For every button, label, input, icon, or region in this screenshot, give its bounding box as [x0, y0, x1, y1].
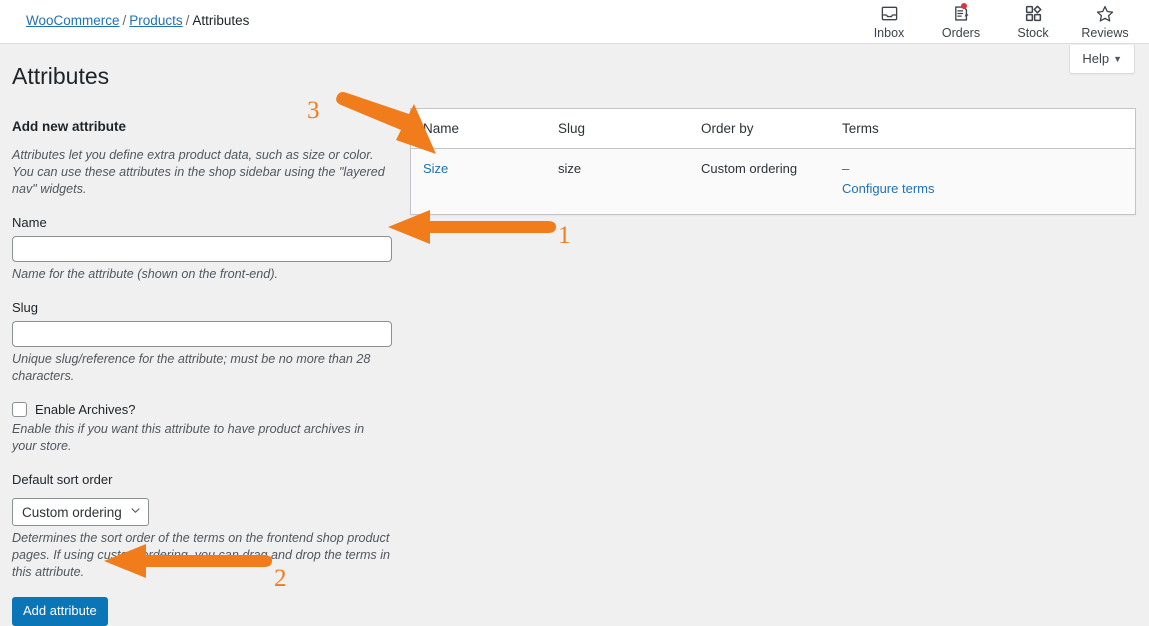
breadcrumb-separator-1: /	[122, 13, 127, 28]
page-title: Attributes	[12, 63, 110, 89]
default-sort-order-wrapper: Custom ordering	[12, 498, 149, 526]
topnav-item-inbox[interactable]: Inbox	[853, 0, 925, 40]
breadcrumb-item-products[interactable]: Products	[129, 13, 182, 28]
stock-icon	[1024, 3, 1043, 24]
form-description: Attributes let you define extra product …	[12, 148, 385, 196]
enable-archives-label: Enable Archives?	[35, 402, 136, 417]
topnav-label-reviews: Reviews	[1081, 26, 1129, 40]
annotation-arrow-1	[388, 210, 556, 244]
breadcrumb: WooCommerce / Products / Attributes	[26, 13, 249, 28]
breadcrumb-item-attributes: Attributes	[192, 13, 250, 28]
column-header-terms: Terms	[842, 109, 1135, 149]
orders-icon	[952, 3, 971, 24]
add-new-attribute-form: Add new attribute Attributes let you def…	[12, 118, 392, 626]
form-heading: Add new attribute	[12, 119, 126, 134]
column-header-orderby: Order by	[701, 109, 842, 149]
topnav-item-reviews[interactable]: Reviews	[1069, 0, 1141, 40]
attributes-table: Name Slug Order by Terms Size size Custo…	[411, 109, 1135, 214]
enable-archives-checkbox[interactable]	[12, 402, 27, 417]
column-header-slug: Slug	[558, 109, 701, 149]
enable-archives-row[interactable]: Enable Archives?	[12, 402, 392, 417]
cell-terms: – Configure terms	[842, 148, 1135, 214]
name-input[interactable]	[12, 236, 392, 262]
default-sort-order-help: Determines the sort order of the terms o…	[12, 531, 391, 579]
default-sort-order-label: Default sort order	[12, 472, 113, 487]
chevron-down-icon: ▼	[1113, 54, 1122, 64]
cell-name: Size	[411, 148, 558, 214]
top-navigation: Inbox Orders Stock Reviews	[853, 0, 1141, 44]
cell-orderby: Custom ordering	[701, 148, 842, 214]
annotation-number-1: 1	[558, 222, 571, 249]
cell-slug: size	[558, 148, 701, 214]
breadcrumb-item-woocommerce[interactable]: WooCommerce	[26, 13, 120, 28]
help-button-label: Help	[1082, 51, 1110, 66]
topnav-label-inbox: Inbox	[873, 26, 905, 40]
top-bar: WooCommerce / Products / Attributes Inbox	[0, 0, 1149, 44]
inbox-icon	[880, 3, 899, 24]
help-button[interactable]: Help ▼	[1069, 45, 1135, 74]
enable-archives-help: Enable this if you want this attribute t…	[12, 422, 365, 453]
slug-field-help: Unique slug/reference for the attribute;…	[12, 352, 371, 383]
table-row: Size size Custom ordering – Configure te…	[411, 148, 1135, 214]
configure-terms-link[interactable]: Configure terms	[842, 181, 1135, 196]
topnav-item-orders[interactable]: Orders	[925, 0, 997, 40]
attribute-name-link[interactable]: Size	[423, 161, 448, 176]
default-sort-order-select[interactable]: Custom ordering	[12, 498, 149, 526]
topnav-label-stock: Stock	[1017, 26, 1049, 40]
column-header-name: Name	[411, 109, 558, 149]
breadcrumb-separator-2: /	[185, 13, 190, 28]
reviews-star-icon	[1095, 3, 1115, 24]
add-attribute-button[interactable]: Add attribute	[12, 597, 108, 626]
attributes-table-panel: Name Slug Order by Terms Size size Custo…	[410, 108, 1136, 215]
slug-field-label: Slug	[12, 300, 39, 315]
orders-badge-dot	[960, 3, 967, 9]
attributes-table-head: Name Slug Order by Terms	[411, 109, 1135, 149]
attributes-table-body: Size size Custom ordering – Configure te…	[411, 148, 1135, 214]
name-field-label: Name	[12, 215, 47, 230]
name-field-help: Name for the attribute (shown on the fro…	[12, 267, 279, 281]
topnav-item-stock[interactable]: Stock	[997, 0, 1069, 40]
table-header-row: Name Slug Order by Terms	[411, 109, 1135, 149]
terms-empty-dash: –	[842, 161, 850, 176]
topnav-label-orders: Orders	[941, 26, 981, 40]
slug-input[interactable]	[12, 321, 392, 347]
